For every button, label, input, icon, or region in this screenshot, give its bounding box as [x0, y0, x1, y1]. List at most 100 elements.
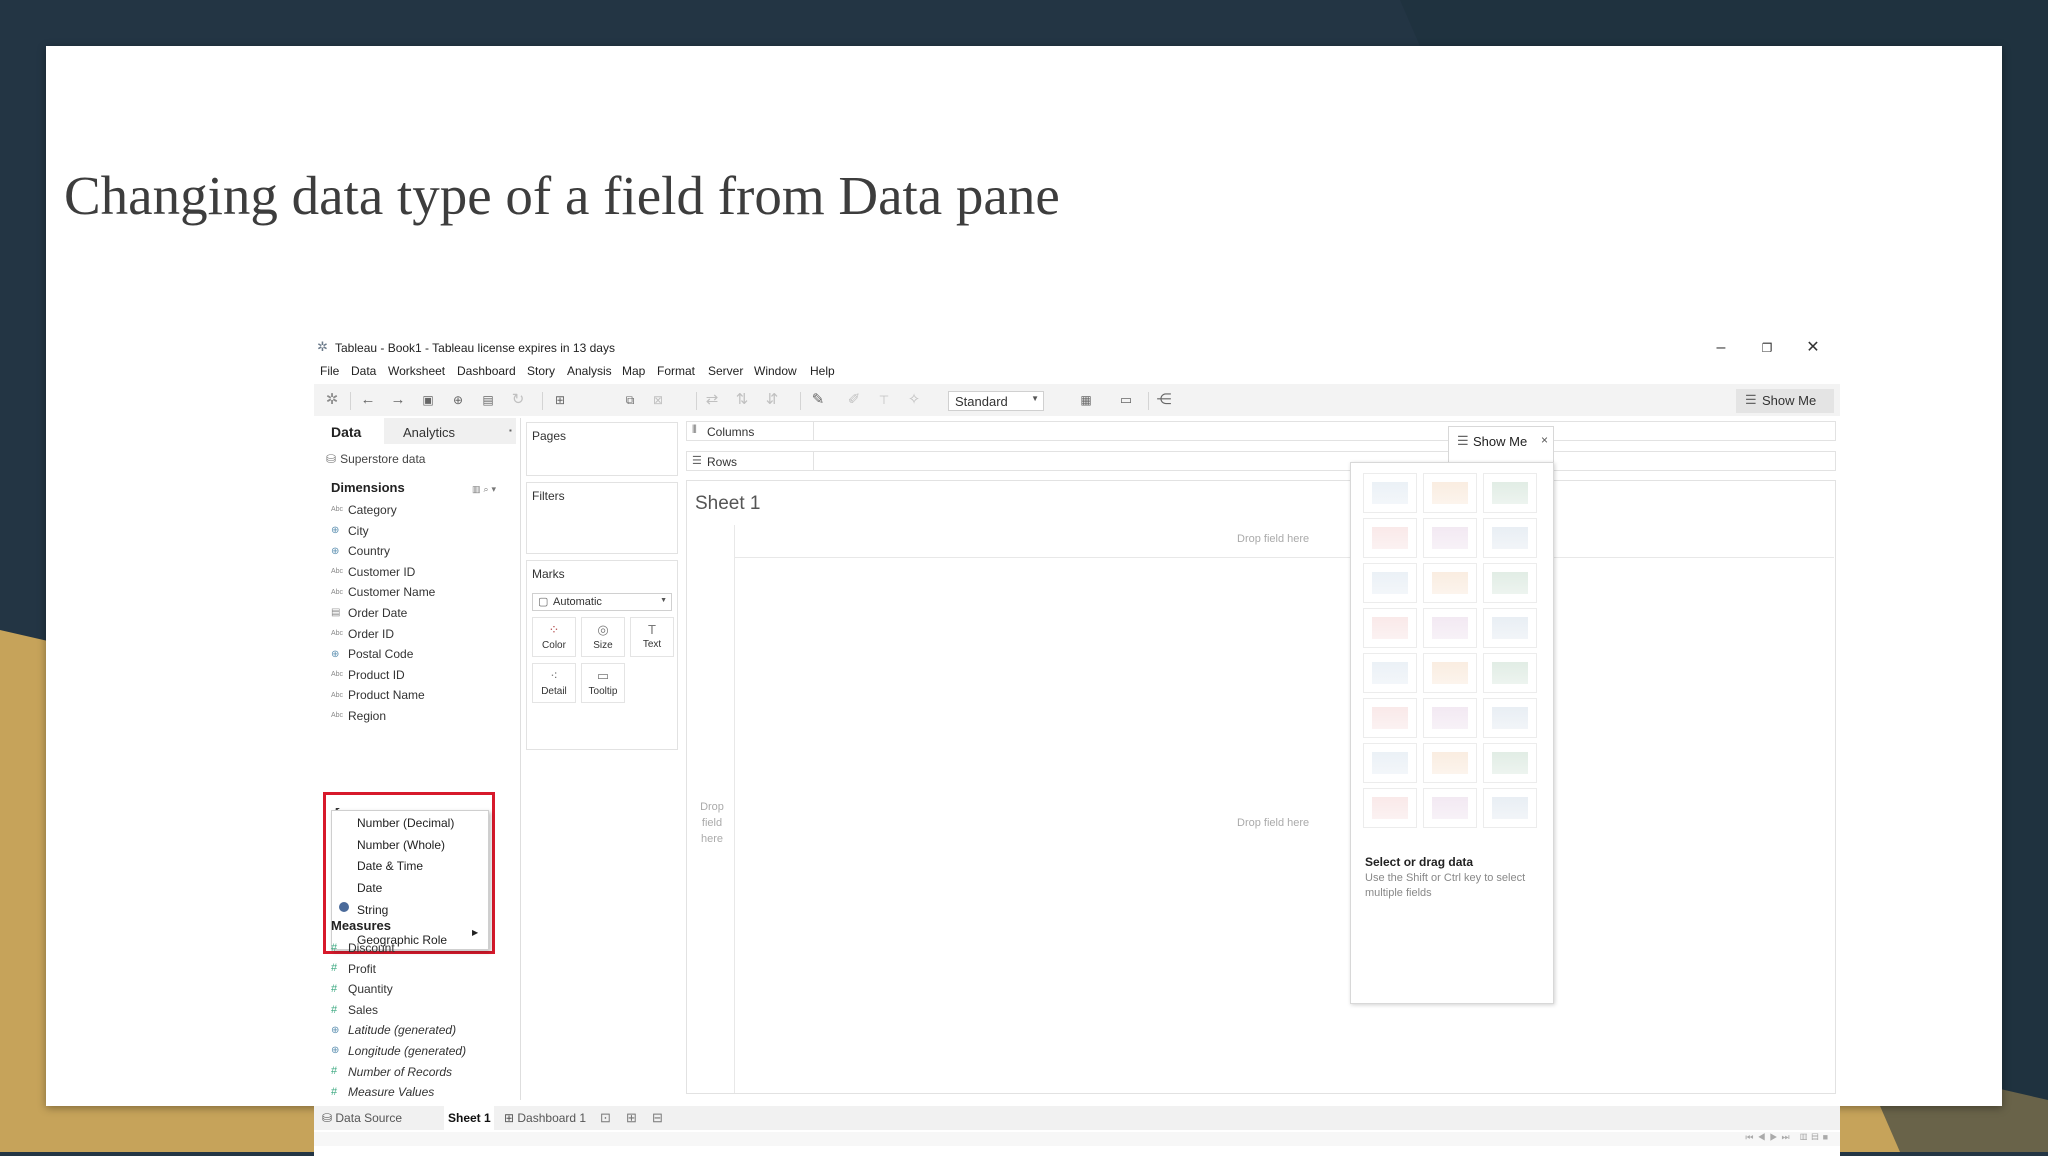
menu-format[interactable]: Format	[657, 364, 695, 378]
chart-type-discrete-lines[interactable]	[1423, 653, 1477, 693]
duplicate-sheet-icon[interactable]: ⧉	[620, 391, 640, 409]
chart-type-pie-chart[interactable]	[1483, 518, 1537, 558]
detail-mark-button[interactable]: ⁖ Detail	[532, 663, 576, 703]
chart-type-histogram[interactable]	[1423, 743, 1477, 783]
chart-type-highlight-table[interactable]	[1483, 473, 1537, 513]
dimension-field[interactable]: Abc Product ID	[331, 667, 405, 685]
menu-analysis[interactable]: Analysis	[567, 364, 612, 378]
dimension-field[interactable]: ⊕ Country	[331, 543, 390, 561]
menu-item-date[interactable]: Date	[357, 881, 382, 895]
chart-type-stacked-bars[interactable]	[1423, 563, 1477, 603]
chart-type-side-by-side-bars[interactable]	[1483, 563, 1537, 603]
drop-field-rows-area[interactable]: Drop field here	[697, 799, 727, 847]
close-button[interactable]: ✕	[1800, 338, 1826, 358]
minimize-button[interactable]: –	[1708, 338, 1734, 358]
restore-button[interactable]: ❐	[1754, 338, 1780, 358]
group-icon[interactable]: ✐	[844, 391, 864, 409]
measure-field[interactable]: # Measure Values	[331, 1084, 434, 1102]
rows-shelf[interactable]: ☰ Rows	[686, 451, 1836, 471]
menu-data[interactable]: Data	[351, 364, 376, 378]
dimension-field[interactable]: ⊕ City	[331, 523, 369, 541]
sort-descending-icon[interactable]: ⇵	[762, 391, 782, 409]
measure-field[interactable]: ⊕ Longitude (generated)	[331, 1043, 466, 1061]
sheet-title[interactable]: Sheet 1	[695, 493, 761, 515]
drop-field-main-area[interactable]: Drop field here	[1237, 817, 1309, 829]
drop-field-columns-area[interactable]: Drop field here	[1237, 533, 1309, 545]
chart-type-dual-lines[interactable]	[1483, 653, 1537, 693]
chart-type-horizontal-bars[interactable]	[1363, 563, 1417, 603]
chart-type-continuous-lines[interactable]	[1363, 653, 1417, 693]
chart-type-side-by-side-circles[interactable]	[1483, 608, 1537, 648]
menu-item-date-time[interactable]: Date & Time	[357, 859, 423, 873]
sheet1-tab[interactable]: Sheet 1	[448, 1111, 491, 1125]
dimension-field[interactable]: Abc Product Name	[331, 687, 425, 705]
tab-analytics-label[interactable]: Analytics	[403, 425, 455, 440]
measure-field[interactable]: # Discount	[331, 940, 395, 958]
chart-type-box-and-whisker[interactable]	[1483, 743, 1537, 783]
dimension-field[interactable]: Abc Customer ID	[331, 564, 415, 582]
dimensions-tools-icon[interactable]: ▥⌕▾	[472, 484, 499, 495]
chart-type-filled-map[interactable]	[1423, 518, 1477, 558]
menu-help[interactable]: Help	[810, 364, 835, 378]
tab-data[interactable]: Data	[331, 424, 361, 440]
chart-type-text-table[interactable]	[1363, 473, 1417, 513]
size-mark-button[interactable]: ◎ Size	[581, 617, 625, 657]
new-datasource-icon[interactable]: ⊕	[448, 391, 468, 409]
measure-field[interactable]: # Quantity	[331, 981, 393, 999]
highlight-icon[interactable]: ✎	[808, 391, 828, 409]
filters-shelf[interactable]: Filters	[526, 482, 678, 554]
redo-icon[interactable]: →	[388, 391, 408, 409]
swap-icon[interactable]: ⇄	[702, 391, 722, 409]
new-worksheet-tab-icon[interactable]: ⊡	[600, 1110, 611, 1126]
chart-type-gantt-chart[interactable]	[1363, 788, 1417, 828]
data-source-tab[interactable]: ⛁ Data Source	[322, 1111, 402, 1125]
chart-type-scatter-plot[interactable]	[1363, 743, 1417, 783]
dimension-field[interactable]: ⊕ Postal Code	[331, 646, 413, 664]
text-mark-button[interactable]: T Text	[630, 617, 674, 657]
view-canvas[interactable]: Sheet 1 Drop field here Drop field here …	[686, 480, 1836, 1094]
fix-axes-icon[interactable]: ✧	[904, 391, 924, 409]
pane-menu-icon[interactable]: ▪	[509, 426, 512, 435]
chart-type-heat-map[interactable]	[1423, 473, 1477, 513]
columns-shelf[interactable]: ⦀ Columns	[686, 421, 1836, 441]
menu-dashboard[interactable]: Dashboard	[457, 364, 516, 378]
dashboard1-tab[interactable]: ⊞ Dashboard 1	[504, 1111, 586, 1125]
dimension-field[interactable]: Abc Order ID	[331, 626, 394, 644]
menu-worksheet[interactable]: Worksheet	[388, 364, 445, 378]
menu-item-number-whole[interactable]: Number (Whole)	[357, 838, 445, 852]
menu-window[interactable]: Window	[754, 364, 797, 378]
chart-type-symbol-map[interactable]	[1363, 518, 1417, 558]
dimension-field[interactable]: Abc Region	[331, 708, 386, 726]
show-me-button[interactable]: ☰ Show Me	[1736, 389, 1834, 413]
new-story-tab-icon[interactable]: ⊟	[652, 1110, 663, 1126]
share-icon[interactable]: ⋲	[1154, 391, 1174, 409]
undo-icon[interactable]: ←	[358, 391, 378, 409]
menu-story[interactable]: Story	[527, 364, 555, 378]
chart-type-circle-views[interactable]	[1423, 608, 1477, 648]
labels-icon[interactable]: ⊤	[874, 391, 894, 409]
chart-type-treemap[interactable]	[1363, 608, 1417, 648]
chart-type-packed-bubbles[interactable]	[1483, 788, 1537, 828]
presentation-mode-icon[interactable]: ▭	[1116, 391, 1136, 409]
menu-server[interactable]: Server	[708, 364, 743, 378]
pages-shelf[interactable]: Pages	[526, 422, 678, 476]
clear-sheet-icon[interactable]: ⊠	[648, 391, 668, 409]
refresh-icon[interactable]: ↻	[508, 391, 528, 409]
view-toggle-icons[interactable]: ⏮◀▶⏭ ▥▤■	[1745, 1132, 1832, 1143]
measure-field[interactable]: ⊕ Latitude (generated)	[331, 1022, 456, 1040]
new-worksheet-icon[interactable]: ⊞	[550, 391, 570, 409]
save-icon[interactable]: ▣	[418, 391, 438, 409]
menu-item-string[interactable]: String	[357, 903, 388, 917]
show-cards-icon[interactable]: ▦	[1076, 391, 1096, 409]
chart-type-area-continuous[interactable]	[1363, 698, 1417, 738]
new-dashboard-tab-icon[interactable]: ⊞	[626, 1110, 637, 1126]
fit-select[interactable]: Standard ▼	[948, 391, 1044, 411]
tableau-home-icon[interactable]: ✲	[322, 391, 342, 409]
color-mark-button[interactable]: ⁘ Color	[532, 617, 576, 657]
close-icon[interactable]: ×	[1541, 433, 1548, 447]
datasource-item[interactable]: ⛁ Superstore data	[326, 452, 425, 466]
measure-field[interactable]: # Sales	[331, 1002, 378, 1020]
dimension-field[interactable]: ▤ Order Date	[331, 605, 407, 623]
chart-type-area-discrete[interactable]	[1423, 698, 1477, 738]
dimension-field[interactable]: Abc Category	[331, 502, 397, 520]
